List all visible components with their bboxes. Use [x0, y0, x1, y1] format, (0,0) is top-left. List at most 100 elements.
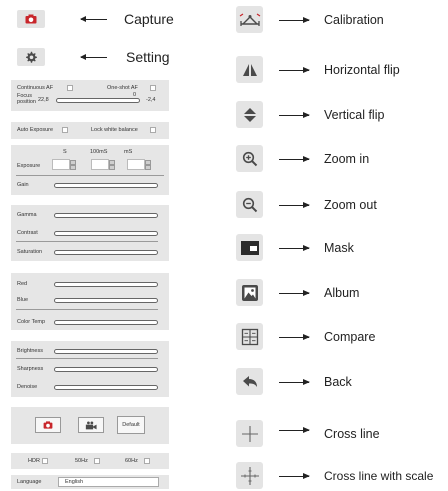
calibration-icon: [239, 13, 260, 26]
exposure-100ms-spinner[interactable]: [91, 159, 115, 170]
exposure-seconds-spinner[interactable]: [52, 159, 76, 170]
color-temp-label: Color Temp: [17, 319, 46, 325]
color-temp-slider[interactable]: [54, 320, 158, 325]
vertical-flip-button[interactable]: [236, 101, 263, 128]
zoom-in-button[interactable]: [236, 145, 263, 172]
default-button[interactable]: Default: [117, 416, 145, 434]
album-button[interactable]: [236, 279, 263, 306]
zoom-in-icon: [242, 151, 257, 166]
cross-line-scale-button[interactable]: [236, 462, 263, 489]
color-panel: Red Blue Color Temp: [11, 273, 169, 330]
mask-button[interactable]: [236, 234, 263, 261]
default-button-label: Default: [122, 422, 140, 428]
exposure-ms-spinner[interactable]: [127, 159, 151, 170]
arrow-back: [279, 379, 310, 385]
video-camera-icon: [85, 421, 97, 429]
capture-button[interactable]: [17, 10, 45, 28]
red-label: Red: [17, 281, 28, 287]
zoom-out-button[interactable]: [236, 191, 263, 218]
saturation-slider[interactable]: [54, 250, 158, 255]
arrow-zoom-in: [279, 156, 310, 162]
red-slider[interactable]: [54, 282, 158, 287]
actions-panel: Default: [11, 407, 169, 444]
zoom-out-icon: [242, 197, 257, 212]
one-shot-af-label: One-shot AF: [107, 85, 138, 91]
continuous-af-label: Continuous AF: [17, 85, 54, 91]
divider: [16, 175, 164, 176]
focus-min: -2,4: [146, 97, 156, 103]
camera-icon: [43, 421, 53, 429]
sharpness-slider[interactable]: [54, 367, 158, 372]
50hz-label: 50Hz: [75, 458, 88, 464]
divider: [16, 309, 158, 310]
cross-line-button[interactable]: [236, 420, 263, 447]
arrow-horizontal-flip: [279, 67, 310, 73]
album-icon: [241, 284, 258, 301]
arrow-cross-line-scale: [279, 473, 310, 479]
spinner-down-button[interactable]: [145, 165, 151, 170]
continuous-af-checkbox[interactable]: [67, 85, 73, 91]
hdr-checkbox[interactable]: [42, 458, 48, 464]
vertical-flip-icon: [243, 107, 256, 122]
language-panel: Language English: [11, 475, 169, 489]
gamma-slider[interactable]: [54, 213, 158, 218]
arrow-album: [279, 290, 310, 296]
lock-white-balance-checkbox[interactable]: [150, 127, 156, 133]
brightness-slider[interactable]: [54, 349, 158, 354]
record-video-button[interactable]: [78, 417, 104, 433]
exposure-panel: S 100mS mS Exposure Gain: [11, 145, 169, 195]
back-button[interactable]: [236, 368, 263, 395]
focus-slider[interactable]: [56, 98, 140, 103]
compare-icon: [241, 328, 258, 345]
arrow-cross-line: [279, 427, 310, 433]
spinner-down-button[interactable]: [109, 165, 115, 170]
sharpness-label: Sharpness: [17, 366, 44, 372]
image-adjust-panel: Gamma Contrast Saturation: [11, 205, 169, 261]
focus-value: 22,8: [38, 97, 49, 103]
zoom-in-label: Zoom in: [324, 152, 370, 166]
contrast-label: Contrast: [17, 230, 38, 236]
language-value: English: [65, 479, 84, 485]
auto-exposure-checkbox[interactable]: [62, 127, 68, 133]
one-shot-af-checkbox[interactable]: [150, 85, 156, 91]
gain-label: Gain: [17, 182, 29, 188]
back-label: Back: [324, 375, 352, 389]
contrast-slider[interactable]: [54, 231, 158, 236]
compare-label: Compare: [324, 330, 376, 344]
arrow-calibration: [279, 17, 310, 23]
denoise-slider[interactable]: [54, 385, 158, 390]
tone-panel: Brightness Sharpness Denoise: [11, 341, 169, 397]
brightness-label: Brightness: [17, 348, 43, 354]
setting-label: Setting: [126, 49, 170, 65]
capture-arrow: [80, 16, 107, 22]
camera-icon: [25, 14, 37, 24]
auto-exposure-panel: Auto Exposure Lock white balance: [11, 122, 169, 139]
horizontal-flip-button[interactable]: [236, 56, 263, 83]
cross-line-scale-label: Cross line with scale: [324, 469, 434, 483]
60hz-checkbox[interactable]: [144, 458, 150, 464]
back-icon: [242, 375, 257, 387]
spinner-down-button[interactable]: [70, 165, 76, 170]
arrow-compare: [279, 334, 310, 340]
horizontal-flip-label: Horizontal flip: [324, 63, 400, 77]
calibration-button[interactable]: [236, 6, 263, 33]
af-panel: Continuous AF One-shot AF Focus position…: [11, 80, 169, 111]
exposure-unit-s: S: [63, 149, 67, 155]
vertical-flip-label: Vertical flip: [324, 108, 385, 122]
gain-slider[interactable]: [54, 183, 158, 188]
50hz-checkbox[interactable]: [94, 458, 100, 464]
blue-slider[interactable]: [54, 298, 158, 303]
capture-label: Capture: [124, 11, 174, 27]
gamma-label: Gamma: [17, 212, 37, 218]
compare-button[interactable]: [236, 323, 263, 350]
setting-button[interactable]: [17, 48, 45, 66]
capture-photo-button[interactable]: [35, 417, 61, 433]
hdr-panel: HDR 50Hz 60Hz: [11, 453, 169, 469]
exposure-unit-ms: mS: [124, 149, 133, 155]
language-label: Language: [17, 479, 42, 485]
setting-arrow: [80, 54, 107, 60]
language-select[interactable]: English: [58, 477, 159, 487]
arrow-zoom-out: [279, 202, 310, 208]
cross-line-label: Cross line: [324, 427, 380, 441]
hdr-label: HDR: [28, 458, 40, 464]
